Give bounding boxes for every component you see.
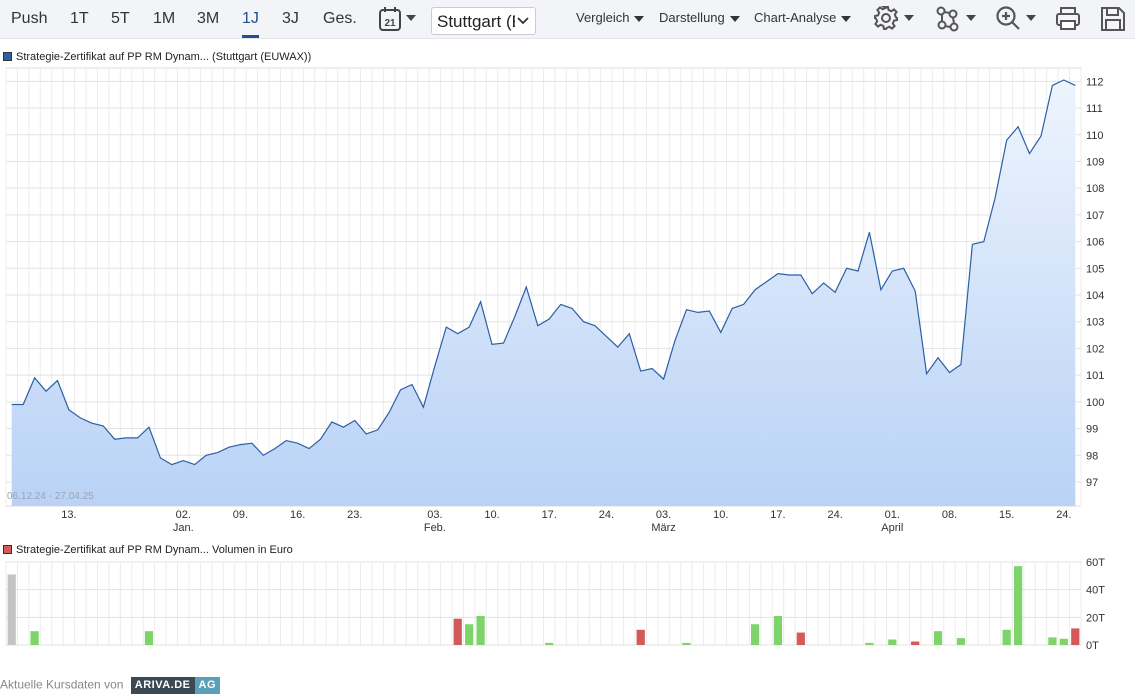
price-x-tick-label: 01. — [885, 509, 900, 521]
volume-bar — [911, 641, 920, 645]
price-y-tick-label: 110 — [1086, 130, 1104, 142]
price-y-tick-label: 99 — [1086, 424, 1098, 436]
volume-bar — [144, 631, 154, 645]
price-y-tick-label: 108 — [1086, 183, 1104, 195]
price-x-tick-label: 17. — [770, 509, 785, 521]
price-y-tick-label: 104 — [1086, 290, 1104, 302]
volume-bar — [865, 642, 874, 645]
price-x-month-label: Jan. — [173, 522, 194, 534]
volume-bar — [453, 618, 462, 645]
price-y-tick-label: 111 — [1086, 103, 1103, 115]
volume-bar — [30, 631, 39, 645]
price-x-tick-label: 10. — [713, 509, 728, 521]
price-y-tick-label: 107 — [1086, 210, 1104, 222]
volume-bar — [636, 629, 645, 645]
price-x-tick-label: 16. — [290, 509, 305, 521]
ariva-logo-part1: ARIVA.DE — [130, 677, 195, 694]
volume-bar — [796, 632, 805, 645]
price-volume-chart: 97 98 99 100 101 102 103 104 105 106 107 108 109 110 1… — [5, 67, 1105, 652]
volume-bar — [476, 615, 485, 645]
price-x-month-label: April — [881, 522, 903, 534]
volume-bar — [1071, 628, 1080, 645]
price-x-tick-label: 15. — [999, 509, 1014, 521]
price-x-tick-label: 13. — [61, 509, 76, 521]
volume-y-tick-label: 40T — [1086, 585, 1105, 597]
volume-y-tick-label: 20T — [1086, 612, 1105, 624]
price-x-month-label: Feb. — [424, 522, 446, 534]
price-x-tick-label: 03. — [427, 509, 442, 521]
price-x-tick-label: 17. — [542, 509, 557, 521]
price-x-tick-label: 24. — [599, 509, 614, 521]
price-y-tick-label: 101 — [1086, 370, 1104, 382]
price-y-tick-label: 105 — [1086, 263, 1104, 275]
price-x-tick-label: 10. — [484, 509, 499, 521]
volume-bar — [7, 574, 16, 645]
price-x-tick-label: 02. — [176, 509, 191, 521]
data-source-footer: Aktuelle Kursdaten von ARIVA.DE AG — [0, 677, 221, 694]
price-y-tick-label: 106 — [1086, 237, 1104, 249]
price-y-tick-label: 98 — [1086, 450, 1098, 462]
price-y-tick-label: 97 — [1086, 477, 1098, 489]
volume-bar — [888, 639, 897, 645]
volume-bar — [465, 624, 474, 645]
volume-bar — [933, 631, 943, 645]
volume-bar — [773, 615, 783, 645]
volume-y-tick-label: 60T — [1086, 557, 1105, 569]
price-x-month-label: März — [651, 522, 675, 534]
volume-bar — [1059, 638, 1068, 645]
volume-bar — [956, 638, 966, 645]
price-y-tick-label: 102 — [1086, 343, 1104, 355]
ariva-logo-part2: AG — [194, 677, 221, 694]
price-y-tick-label: 109 — [1086, 156, 1104, 168]
volume-bar — [545, 642, 554, 645]
ariva-logo[interactable]: ARIVA.DE AG — [130, 677, 221, 694]
price-x-tick-label: 24. — [1056, 509, 1071, 521]
price-x-tick-label: 03. — [656, 509, 671, 521]
price-y-tick-label: 100 — [1086, 397, 1104, 409]
data-source-text: Aktuelle Kursdaten von — [0, 677, 124, 692]
price-y-tick-label: 103 — [1086, 317, 1104, 329]
volume-bar — [682, 642, 691, 645]
price-y-tick-label: 112 — [1086, 76, 1104, 88]
volume-bar — [1048, 637, 1057, 645]
price-x-tick-label: 08. — [942, 509, 957, 521]
volume-y-tick-label: 0T — [1086, 640, 1099, 652]
price-x-tick-label: 24. — [827, 509, 842, 521]
price-x-tick-label: 23. — [347, 509, 362, 521]
volume-bar — [1013, 566, 1023, 645]
date-range-label: 06.12.24 - 27.04.25 — [7, 491, 94, 502]
volume-bar — [750, 624, 760, 645]
price-x-tick-label: 09. — [233, 509, 248, 521]
volume-bar — [1002, 629, 1011, 645]
